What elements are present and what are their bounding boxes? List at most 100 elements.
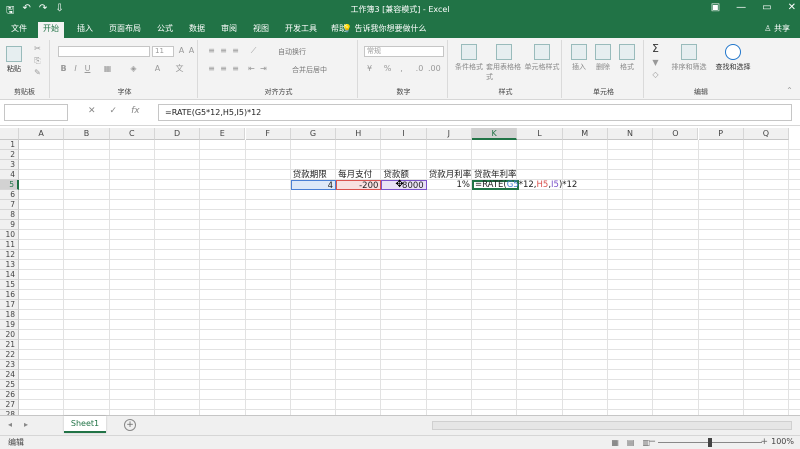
- format-cells-button[interactable]: 格式: [616, 44, 638, 72]
- column-header-j[interactable]: J: [426, 128, 472, 140]
- column-header-h[interactable]: H: [336, 128, 382, 140]
- wrap-text-button[interactable]: 自动换行: [278, 47, 306, 57]
- fill-color-icon[interactable]: ◈: [128, 64, 139, 74]
- merge-center-button[interactable]: 合并后居中: [292, 65, 327, 75]
- tab-view[interactable]: 视图: [248, 23, 274, 38]
- column-header-c[interactable]: C: [109, 128, 155, 140]
- select-all-corner[interactable]: [0, 128, 19, 140]
- ribbon-options-icon[interactable]: ▣: [711, 2, 720, 13]
- zoom-slider-thumb[interactable]: [708, 438, 712, 447]
- increase-indent-icon[interactable]: ⇥: [258, 64, 269, 74]
- sort-filter-button[interactable]: 排序和筛选: [668, 44, 710, 72]
- cell-k4[interactable]: 贷款年利率: [472, 170, 526, 180]
- cell-i4[interactable]: 贷款额: [381, 170, 426, 180]
- increase-decimal-icon[interactable]: .0: [414, 64, 425, 74]
- column-header-g[interactable]: G: [290, 128, 337, 140]
- align-left-icon[interactable]: ≡: [206, 64, 217, 74]
- next-sheet-icon[interactable]: ▸: [24, 420, 28, 429]
- row-header-11[interactable]: 11: [0, 240, 19, 250]
- tab-page-layout[interactable]: 页面布局: [104, 23, 146, 38]
- add-sheet-button[interactable]: +: [124, 419, 136, 431]
- row-header-18[interactable]: 18: [0, 310, 19, 320]
- cell-styles-button[interactable]: 单元格样式: [524, 44, 560, 72]
- cell-h5[interactable]: -200: [336, 180, 382, 191]
- row-header-5[interactable]: 5: [0, 180, 19, 190]
- percent-button[interactable]: %: [382, 64, 393, 74]
- row-header-22[interactable]: 22: [0, 350, 19, 360]
- currency-icon[interactable]: ¥: [364, 64, 375, 74]
- undo-icon[interactable]: ↶: [23, 3, 31, 20]
- column-header-b[interactable]: B: [64, 128, 110, 140]
- share-button[interactable]: ♙ 共享: [764, 23, 790, 34]
- column-header-d[interactable]: D: [154, 128, 201, 140]
- cell-g4[interactable]: 贷款期限: [291, 170, 336, 180]
- tab-review[interactable]: 审阅: [216, 23, 242, 38]
- row-header-26[interactable]: 26: [0, 390, 19, 400]
- cut-icon[interactable]: ✂: [32, 44, 43, 54]
- row-header-25[interactable]: 25: [0, 380, 19, 390]
- conditional-format-button[interactable]: 条件格式: [452, 44, 486, 72]
- number-format-dropdown[interactable]: 常规: [364, 46, 444, 57]
- shrink-font-icon[interactable]: A: [186, 46, 197, 56]
- row-header-27[interactable]: 27: [0, 400, 19, 410]
- name-box[interactable]: [4, 104, 68, 121]
- save-icon[interactable]: 🖫: [6, 3, 15, 20]
- tab-data[interactable]: 数据: [184, 23, 210, 38]
- zoom-level[interactable]: 100%: [771, 437, 794, 446]
- redo-icon[interactable]: ↷: [39, 3, 47, 20]
- cancel-formula-button[interactable]: ✕: [88, 106, 96, 116]
- paste-button[interactable]: 粘贴: [6, 46, 22, 74]
- tab-file[interactable]: 文件: [6, 23, 32, 38]
- customize-qat-icon[interactable]: ⇩: [55, 3, 63, 20]
- bottom-align-icon[interactable]: ≡: [230, 46, 241, 56]
- cell-h4[interactable]: 每月支付: [336, 170, 381, 180]
- cell-g5[interactable]: 4: [290, 180, 337, 191]
- column-header-p[interactable]: P: [698, 128, 744, 140]
- column-header-o[interactable]: O: [653, 128, 699, 140]
- tab-formulas[interactable]: 公式: [152, 23, 178, 38]
- decrease-indent-icon[interactable]: ⇤: [246, 64, 257, 74]
- zoom-out-button[interactable]: −: [648, 437, 656, 447]
- row-header-2[interactable]: 2: [0, 150, 19, 160]
- zoom-in-button[interactable]: +: [760, 437, 768, 447]
- row-header-4[interactable]: 4: [0, 170, 19, 180]
- middle-align-icon[interactable]: ≡: [218, 46, 229, 56]
- minimize-button[interactable]: —: [736, 2, 746, 13]
- phonetic-icon[interactable]: 文: [174, 64, 185, 74]
- normal-view-icon[interactable]: ▦: [611, 438, 619, 447]
- row-header-20[interactable]: 20: [0, 330, 19, 340]
- page-layout-view-icon[interactable]: ▤: [627, 438, 635, 447]
- restore-button[interactable]: ▭: [762, 2, 771, 13]
- orientation-icon[interactable]: ⟋: [248, 46, 259, 56]
- row-header-8[interactable]: 8: [0, 210, 19, 220]
- column-header-l[interactable]: L: [517, 128, 563, 140]
- clear-icon[interactable]: ◇: [650, 70, 661, 80]
- comma-button[interactable]: ,: [396, 64, 407, 74]
- sheet-tab-sheet1[interactable]: Sheet1: [64, 416, 106, 433]
- align-center-icon[interactable]: ≡: [218, 64, 229, 74]
- column-header-f[interactable]: F: [245, 128, 291, 140]
- horizontal-scrollbar[interactable]: [432, 421, 792, 430]
- row-header-10[interactable]: 10: [0, 230, 19, 240]
- format-painter-icon[interactable]: ✎: [32, 68, 43, 78]
- formula-input[interactable]: =RATE(G5*12,H5,I5)*12: [158, 104, 792, 121]
- cell-j5[interactable]: 1%: [427, 180, 472, 190]
- insert-cells-button[interactable]: 插入: [568, 44, 590, 72]
- row-header-16[interactable]: 16: [0, 290, 19, 300]
- row-header-24[interactable]: 24: [0, 370, 19, 380]
- row-header-3[interactable]: 3: [0, 160, 19, 170]
- column-header-q[interactable]: Q: [743, 128, 790, 140]
- worksheet-grid[interactable]: A B C D E F G H I J K L M N O P Q 1 2 3 4 5 6 7 8 9 10 11 12 13 14 15 16…: [0, 128, 800, 415]
- row-header-17[interactable]: 17: [0, 300, 19, 310]
- find-select-button[interactable]: 查找和选择: [712, 44, 754, 72]
- enter-formula-button[interactable]: ✓: [110, 106, 118, 116]
- column-header-e[interactable]: E: [200, 128, 246, 140]
- column-header-i[interactable]: I: [381, 128, 427, 140]
- italic-button[interactable]: I: [70, 64, 81, 74]
- align-right-icon[interactable]: ≡: [230, 64, 241, 74]
- tab-insert[interactable]: 插入: [72, 23, 98, 38]
- autosum-icon[interactable]: Σ: [650, 43, 661, 54]
- collapse-ribbon-icon[interactable]: ⌃: [784, 86, 795, 96]
- tell-me-search[interactable]: 💡 告诉我你想要做什么: [342, 23, 427, 34]
- cell-i5[interactable]: 8000: [381, 180, 427, 191]
